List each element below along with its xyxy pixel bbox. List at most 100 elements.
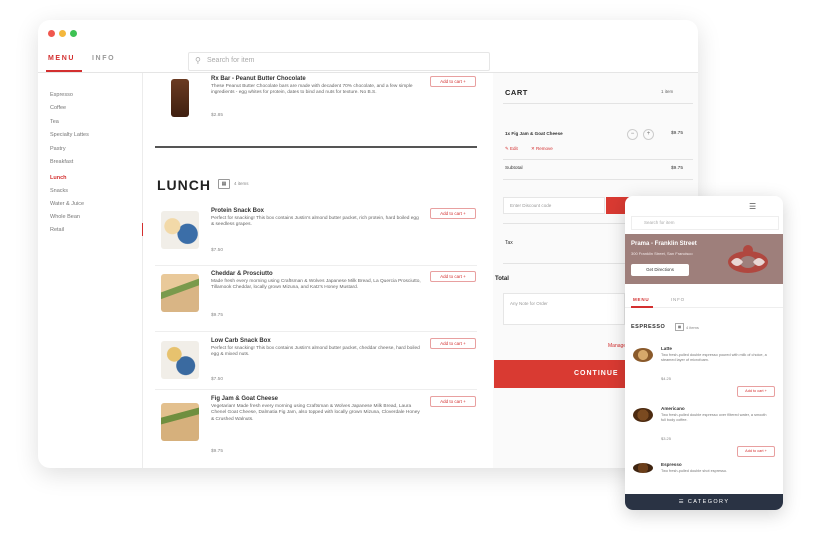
mobile-add-to-cart-button[interactable]: Add to cart + — [737, 386, 775, 397]
item-divider — [155, 265, 477, 266]
sidebar-item-tea[interactable]: Tea — [50, 119, 59, 125]
store-name: Prama - Franklin Street — [631, 241, 697, 247]
list-item: Low Carb Snack Box Perfect for snacking!… — [143, 335, 488, 395]
tax-label: Tax — [505, 240, 513, 246]
sidebar-item-espresso[interactable]: Espresso — [50, 92, 73, 98]
sidebar-item-whole-bean[interactable]: Whole Bean — [50, 214, 80, 220]
product-description: Perfect for snacking! This box contains … — [211, 216, 419, 228]
cart-divider — [503, 159, 693, 160]
remove-item-label: Remove — [536, 146, 553, 151]
mobile-product-image — [633, 348, 653, 362]
product-name: Rx Bar - Peanut Butter Chocolate — [211, 76, 306, 82]
add-to-cart-button[interactable]: Add to cart + — [430, 76, 476, 87]
showcase-stage: MENU INFO ⚲ Search for item Espresso Cof… — [0, 0, 820, 547]
add-to-cart-button[interactable]: Add to cart + — [430, 208, 476, 219]
cart-divider — [503, 103, 693, 104]
add-to-cart-button[interactable]: Add to cart + — [430, 396, 476, 407]
hamburger-menu-icon[interactable]: ☰ — [749, 202, 756, 211]
store-logo-icon — [728, 245, 768, 273]
mobile-tab-menu[interactable]: MENU — [633, 297, 649, 302]
mobile-tab-underline — [631, 306, 653, 308]
mobile-search-input[interactable]: Search for item — [631, 216, 779, 230]
mobile-device: ☰ Search for item Prama - Franklin Stree… — [625, 196, 783, 510]
decrease-qty-button[interactable]: − — [627, 129, 638, 140]
order-note-input[interactable]: Any Note for Order — [503, 293, 625, 325]
product-image — [161, 341, 199, 379]
mobile-grid-view-icon[interactable]: ▦ — [675, 323, 684, 331]
mobile-product-description: Two fresh-pulled double espresso over fi… — [661, 413, 767, 422]
mobile-product-name: Americano — [661, 406, 685, 411]
sidebar-item-retail[interactable]: Retail — [50, 227, 64, 233]
mobile-product-price: $3.25 — [661, 436, 672, 441]
product-description: Perfect for snacking! This box contains … — [211, 346, 420, 358]
get-directions-button[interactable]: Get Directions — [631, 264, 689, 276]
sidebar-item-pastry[interactable]: Pastry — [50, 146, 66, 152]
mobile-tab-info[interactable]: INFO — [671, 297, 685, 302]
desktop-window: MENU INFO ⚲ Search for item Espresso Cof… — [38, 20, 698, 468]
product-price: $2.85 — [211, 113, 224, 118]
sidebar-item-lunch[interactable]: Lunch — [50, 175, 67, 181]
product-image — [161, 274, 199, 312]
active-tab-underline — [46, 70, 82, 72]
mobile-search-placeholder: Search for item — [644, 220, 675, 225]
list-item: Protein Snack Box Perfect for snacking! … — [143, 205, 488, 265]
grid-view-icon[interactable]: ▦ — [218, 179, 230, 189]
mobile-product-name: Espresso — [661, 462, 682, 467]
sidebar-item-water-juice[interactable]: Water & Juice — [50, 201, 84, 207]
search-input[interactable]: ⚲ Search for item — [188, 52, 490, 71]
mobile-add-to-cart-button[interactable]: Add to cart + — [737, 446, 775, 457]
increase-qty-button[interactable]: + — [643, 129, 654, 140]
mobile-section-title: ESPRESSO — [631, 324, 666, 330]
subtotal-label: Subtotal — [505, 166, 523, 171]
list-item: Rx Bar - Peanut Butter Chocolate These P… — [143, 73, 488, 133]
edit-item-link[interactable]: ✎ Edit — [505, 146, 518, 152]
discount-placeholder: Enter Discount code — [510, 203, 552, 208]
product-price: $7.50 — [211, 248, 224, 253]
list-item: Cheddar & Prosciutto Made fresh every mo… — [143, 268, 488, 328]
order-note-placeholder: Any Note for Order — [510, 301, 548, 306]
discount-code-input[interactable]: Enter Discount code — [503, 197, 605, 214]
product-name: Low Carb Snack Box — [211, 338, 271, 344]
product-name: Cheddar & Prosciutto — [211, 271, 273, 277]
tab-info[interactable]: INFO — [92, 55, 115, 62]
cart-title: CART — [505, 88, 528, 97]
product-description: Vegetarian! Made fresh every morning usi… — [211, 404, 420, 422]
maximize-window-dot[interactable] — [70, 30, 77, 37]
sidebar-item-snacks[interactable]: Snacks — [50, 188, 68, 194]
product-description: These Peanut Butter Chocolate bars are m… — [211, 84, 413, 96]
mobile-section-count: 4 items — [686, 325, 699, 330]
search-placeholder: Search for item — [207, 57, 255, 64]
list-item: Fig Jam & Goat Cheese Vegetarian! Made f… — [143, 393, 488, 454]
window-titlebar — [38, 20, 698, 48]
search-icon: ⚲ — [195, 56, 201, 65]
remove-item-link[interactable]: ✕ Remove — [531, 146, 553, 152]
product-description: Made fresh every morning using Craftsman… — [211, 279, 421, 291]
cart-item-price: $9.75 — [671, 131, 684, 136]
tab-menu[interactable]: MENU — [48, 55, 75, 62]
product-name: Protein Snack Box — [211, 208, 265, 214]
close-window-dot[interactable] — [48, 30, 55, 37]
sidebar-item-breakfast[interactable]: Breakfast — [50, 159, 73, 165]
total-label: Total — [495, 276, 509, 282]
menu-items-panel: Rx Bar - Peanut Butter Chocolate These P… — [143, 73, 488, 468]
item-divider — [155, 389, 477, 390]
category-bar-label: CATEGORY — [687, 499, 730, 505]
mobile-product-name: Latte — [661, 346, 672, 351]
product-price: $9.75 — [211, 313, 224, 318]
sidebar-item-coffee[interactable]: Coffee — [50, 105, 66, 111]
minimize-window-dot[interactable] — [59, 30, 66, 37]
cart-divider — [503, 179, 693, 180]
store-address: 300 Franklin Street, San Francisco — [631, 251, 693, 256]
category-bar-button[interactable]: ☰ CATEGORY — [625, 494, 783, 510]
mobile-product-image — [633, 408, 653, 422]
product-price: $9.75 — [211, 449, 224, 454]
product-name: Fig Jam & Goat Cheese — [211, 396, 279, 402]
subtotal-value: $9.75 — [671, 166, 684, 171]
sidebar-item-specialty-lattes[interactable]: Specialty Lattes — [50, 132, 89, 138]
add-to-cart-button[interactable]: Add to cart + — [430, 271, 476, 282]
cart-item-name: 1x Fig Jam & Goat Cheese — [505, 131, 563, 136]
section-count: 4 items — [234, 181, 249, 186]
product-price: $7.50 — [211, 377, 224, 382]
add-to-cart-button[interactable]: Add to cart + — [430, 338, 476, 349]
mobile-product-description: Two fresh-pulled double espresso poured … — [661, 353, 767, 362]
